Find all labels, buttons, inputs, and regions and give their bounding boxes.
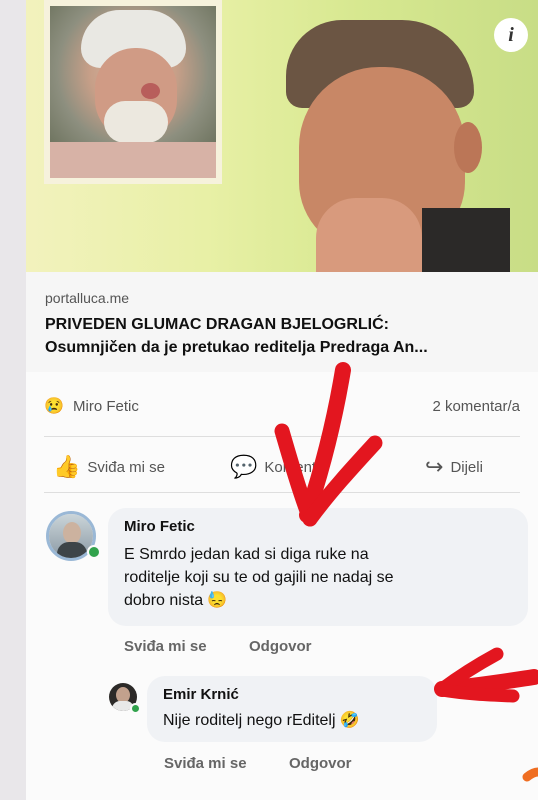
comment-text: E Smrdo jedan kad si diga ruke na rodite… — [124, 543, 514, 612]
article-headline[interactable]: PRIVEDEN GLUMAC DRAGAN BJELOGRLIĆ: Osumn… — [45, 313, 525, 359]
online-status-icon — [87, 545, 101, 559]
reply-like-link[interactable]: Sviđa mi se — [164, 755, 247, 772]
article-domain: portalluca.me — [45, 290, 130, 306]
comment-like-link[interactable]: Sviđa mi se — [124, 638, 207, 655]
like-button-label: Sviđa mi se — [87, 458, 165, 476]
facebook-post-card: i portalluca.me PRIVEDEN GLUMAC DRAGAN B… — [26, 0, 538, 800]
comment-button[interactable]: 💬 Komentar — [230, 450, 329, 484]
reply-online-status-icon — [130, 703, 141, 714]
like-button[interactable]: 👍 Sviđa mi se — [53, 450, 165, 484]
reply-reply-link[interactable]: Odgovor — [289, 755, 352, 772]
main-portrait-photo — [256, 20, 510, 272]
comment-icon: 💬 — [230, 454, 258, 479]
reactor-name[interactable]: Miro Fetic — [73, 398, 139, 415]
post-stats: 😢 Miro Fetic 2 komentar/a — [26, 388, 538, 424]
share-button[interactable]: ↪ Dijeli — [425, 450, 483, 484]
comment-button-label: Komentar — [264, 458, 330, 476]
stats-divider — [44, 436, 520, 437]
inset-portrait-photo — [44, 0, 222, 184]
reply-text: Nije roditelj nego rEditelj 🤣 — [163, 709, 538, 732]
laughing-emoji-icon: 🤣 — [339, 712, 360, 730]
info-icon[interactable]: i — [494, 18, 528, 52]
comment-author[interactable]: Miro Fetic — [124, 518, 195, 535]
reply-bubble: Emir Krnić Nije roditelj nego rEditelj 🤣 — [147, 676, 437, 742]
actions-divider — [44, 492, 520, 493]
article-link-card[interactable]: portalluca.me PRIVEDEN GLUMAC DRAGAN BJE… — [26, 272, 538, 372]
thumbs-up-icon: 👍 — [53, 454, 81, 479]
share-button-label: Dijeli — [450, 458, 483, 476]
reply-author[interactable]: Emir Krnić — [163, 686, 239, 703]
comment-count-link[interactable]: 2 komentar/a — [432, 398, 520, 415]
share-icon: ↪ — [425, 454, 444, 479]
comment-bubble: Miro Fetic E Smrdo jedan kad si diga ruk… — [108, 508, 528, 626]
sad-reaction-icon[interactable]: 😢 — [44, 396, 64, 416]
comment-body: E Smrdo jedan kad si diga ruke na rodite… — [124, 546, 394, 609]
article-preview-image[interactable]: i — [26, 0, 538, 272]
comment-reply-link[interactable]: Odgovor — [249, 638, 312, 655]
reply-body: Nije roditelj nego rEditelj — [163, 712, 336, 729]
sweat-emoji-icon: 😓 — [207, 592, 228, 610]
